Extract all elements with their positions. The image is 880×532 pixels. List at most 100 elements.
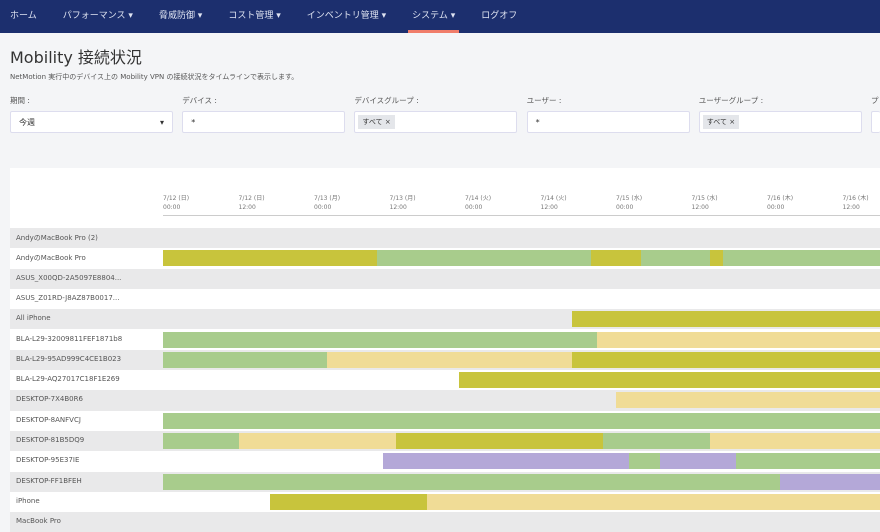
nav-item-4[interactable]: インベントリ管理 ▾ [307,0,386,33]
axis-line [163,215,880,216]
filter-input[interactable]: すべて × [698,111,862,133]
filter-input[interactable]: * [526,111,690,133]
status-segment-idle[interactable] [427,493,880,510]
status-segment-suspended[interactable] [660,453,736,470]
nav-item-2[interactable]: 脅威防御 ▾ [159,0,202,33]
status-segment-active[interactable] [395,433,604,449]
filter-label: ユーザーグループ : [698,96,764,105]
tick-date: 7/13 (月) [389,195,416,202]
timeline-row[interactable]: DESKTOP-95E37IE [10,451,880,471]
timeline-panel: 7/12 (日) 00:00 7/12 (日) 12:00 7/13 (月) 00:00 7… [10,168,880,532]
axis-tick: 7/12 (日) 00:00 [163,194,189,212]
status-segment-idle[interactable] [597,331,880,348]
status-segment-connected[interactable] [163,473,780,490]
axis-tick: 7/13 (月) 00:00 [314,194,340,212]
status-segment-connected[interactable] [163,433,239,449]
timeline-row[interactable]: All iPhone [10,309,880,330]
filter-value: * [191,117,196,127]
status-segment-active[interactable] [163,250,377,267]
status-segment-active[interactable] [590,250,642,267]
timeline-row[interactable]: DESKTOP-81B5DQ9 [10,431,880,452]
status-segment-connected[interactable] [735,453,880,470]
page-title: Mobility 接続状況 [10,48,142,67]
axis-tick: 7/12 (日) 12:00 [239,194,265,212]
axis-tick: 7/15 (水) 00:00 [616,194,642,212]
filter-3: ユーザー : * [526,95,690,133]
filter-input[interactable]: * [182,111,346,133]
device-name: DESKTOP-95E37IE [16,456,80,465]
device-name: All iPhone [16,314,51,323]
filter-input[interactable] [871,111,880,133]
tick-time: 12:00 [842,204,860,211]
filter-label: デバイスグループ : [354,96,419,105]
device-name: ASUS_Z01RD-J8AZ87B0017... [16,293,120,302]
page-subtitle: NetMotion 実行中のデバイス上の Mobility VPN の接続状況を… [10,73,299,81]
status-segment-connected[interactable] [603,433,711,449]
nav-item-1[interactable]: パフォーマンス ▾ [63,0,133,33]
status-segment-idle[interactable] [238,433,396,449]
nav-item-6[interactable]: ログオフ [481,0,517,33]
timeline-row[interactable]: iPhone [10,492,880,512]
filter-input[interactable]: 今週 ▾ [10,111,173,133]
axis-tick: 7/14 (火) 00:00 [465,194,491,212]
timeline-row[interactable]: DESKTOP-8ANFVCJ [10,411,880,431]
status-segment-active[interactable] [571,311,880,328]
status-segment-suspended[interactable] [383,453,629,470]
axis-tick: 7/13 (月) 12:00 [390,194,416,212]
filter-4: ユーザーグループ : すべて × [698,95,862,133]
timeline-row[interactable]: AndyのMacBook Pro [10,248,880,268]
filter-label: 期間 : [10,96,30,105]
timeline-row[interactable]: BLA-L29-32009811FEF1871b8 [10,330,880,350]
tick-date: 7/12 (日) [238,195,265,202]
device-name: iPhone [16,496,40,505]
tick-date: 7/14 (火) [540,195,567,202]
tick-time: 00:00 [163,204,181,211]
device-name: ASUS_X00QD-2A5097E8804... [16,273,122,282]
timeline-row[interactable]: DESKTOP-7X4B0R6 [10,390,880,411]
nav-item-5[interactable]: システム ▾ [408,0,460,33]
tick-date: 7/16 (木) [767,195,794,202]
top-nav: ホーム パフォーマンス ▾ 脅威防御 ▾ コスト管理 ▾ インベントリ管理 ▾ システム … [0,0,880,33]
axis-tick: 7/15 (水) 12:00 [692,194,718,212]
status-segment-active[interactable] [458,372,880,389]
timeline-row[interactable]: BLA-L29-95AD999C4CE1B023 [10,349,880,371]
timeline-row[interactable]: BLA-L29-AQ27017C18F1E269 [10,370,880,390]
status-segment-connected[interactable] [163,412,880,429]
device-name: DESKTOP-7X4B0R6 [16,395,83,404]
timeline-row[interactable]: MacBook Pro [10,512,880,532]
tick-time: 00:00 [314,204,332,211]
timeline-row[interactable]: AndyのMacBook Pro (2) [10,228,880,249]
device-name: DESKTOP-8ANFVCJ [16,415,81,424]
tick-time: 00:00 [616,204,634,211]
status-segment-idle[interactable] [326,351,572,368]
tick-date: 7/13 (月) [314,195,341,202]
status-segment-active[interactable] [269,493,428,510]
timeline-row[interactable]: ASUS_Z01RD-J8AZ87B0017... [10,289,880,309]
status-segment-active[interactable] [571,351,880,368]
status-segment-active[interactable] [710,250,723,267]
status-segment-idle[interactable] [616,392,880,409]
timeline-row[interactable]: DESKTOP-FF1BFEH [10,471,880,492]
status-segment-idle[interactable] [710,433,880,449]
status-segment-connected[interactable] [628,453,661,470]
tick-date: 7/14 (火) [465,195,492,202]
filter-value: * [535,117,540,127]
device-name: BLA-L29-AQ27017C18F1E269 [16,375,120,384]
device-name: AndyのMacBook Pro [16,254,86,263]
status-segment-connected[interactable] [163,351,327,368]
tick-date: 7/12 (日) [163,195,190,202]
nav-item-3[interactable]: コスト管理 ▾ [228,0,280,33]
timeline-row[interactable]: ASUS_X00QD-2A5097E8804... [10,268,880,289]
axis-tick: 7/14 (火) 12:00 [541,194,567,212]
axis-tick: 7/16 (木) 12:00 [843,194,869,212]
tick-time: 12:00 [540,204,558,211]
nav-item-0[interactable]: ホーム [10,0,37,33]
filter-1: デバイス : * [182,95,346,133]
tick-date: 7/16 (木) [842,195,869,202]
filter-5: プ [871,95,880,133]
device-name: DESKTOP-81B5DQ9 [16,436,85,444]
device-name: MacBook Pro [16,517,61,526]
status-segment-suspended[interactable] [779,473,880,490]
status-segment-connected[interactable] [163,331,598,348]
filter-input[interactable]: すべて × [354,111,518,133]
